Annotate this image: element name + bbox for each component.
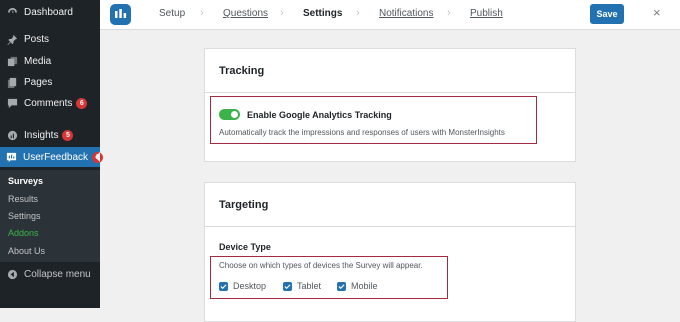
- userfeedback-submenu: Surveys Results Settings Addons About Us: [0, 170, 100, 262]
- sidebar-item-posts[interactable]: Posts: [0, 29, 100, 49]
- device-type-label: Device Type: [219, 242, 271, 252]
- step-settings[interactable]: Settings: [303, 8, 342, 19]
- close-icon[interactable]: ×: [653, 5, 661, 20]
- submenu-item-surveys[interactable]: Surveys: [8, 176, 43, 186]
- sidebar-item-label: Pages: [24, 76, 53, 88]
- media-icon: [6, 55, 18, 67]
- sidebar-item-label: Comments: [24, 97, 73, 109]
- divider: [205, 92, 575, 93]
- sidebar-item-userfeedback[interactable]: UserFeedback 1: [0, 147, 104, 167]
- desktop-checkbox-label: Desktop: [233, 281, 267, 291]
- survey-wizard-header: Setup › Questions › Settings › Notificat…: [100, 0, 680, 30]
- submenu-item-results[interactable]: Results: [8, 194, 38, 204]
- sidebar-item-media[interactable]: Media: [0, 51, 100, 71]
- submenu-item-about-us[interactable]: About Us: [8, 246, 45, 256]
- tablet-checkbox[interactable]: [283, 282, 292, 291]
- admin-sidebar: Dashboard Posts Media Pages Comments 6 I…: [0, 0, 104, 308]
- device-type-description: Choose on which types of devices the Sur…: [219, 261, 423, 270]
- step-setup[interactable]: Setup: [159, 8, 185, 19]
- sidebar-item-dashboard[interactable]: Dashboard: [0, 2, 100, 22]
- chevron-right-icon: ›: [280, 7, 284, 19]
- sidebar-item-pages[interactable]: Pages: [0, 72, 100, 92]
- chevron-right-icon: ›: [200, 7, 204, 19]
- sidebar-item-label: Insights: [24, 129, 59, 141]
- submenu-item-addons[interactable]: Addons: [8, 228, 39, 238]
- google-analytics-toggle[interactable]: [219, 109, 240, 120]
- google-analytics-toggle-label: Enable Google Analytics Tracking: [247, 110, 392, 120]
- chevron-right-icon: ›: [356, 7, 360, 19]
- insights-count-badge: 5: [62, 129, 74, 141]
- userfeedback-logo: [110, 4, 131, 25]
- sidebar-item-label: Posts: [24, 33, 50, 45]
- targeting-card: Targeting Device Type Choose on which ty…: [204, 182, 576, 322]
- submenu-item-settings[interactable]: Settings: [8, 211, 41, 221]
- step-publish[interactable]: Publish: [470, 8, 503, 19]
- tracking-card: Tracking Enable Google Analytics Trackin…: [204, 48, 576, 162]
- sidebar-item-comments[interactable]: Comments 6: [0, 93, 100, 113]
- dashboard-icon: [6, 6, 18, 18]
- pages-icon: [6, 76, 18, 88]
- userfeedback-icon: [6, 151, 17, 163]
- collapse-icon: [6, 268, 18, 280]
- comments-count-badge: 6: [76, 97, 88, 109]
- save-button[interactable]: Save: [590, 4, 624, 24]
- targeting-title: Targeting: [219, 199, 269, 211]
- desktop-checkbox[interactable]: [219, 282, 228, 291]
- tracking-title: Tracking: [219, 65, 265, 77]
- pin-icon: [6, 33, 18, 45]
- tablet-checkbox-label: Tablet: [297, 281, 322, 291]
- divider: [205, 226, 575, 227]
- mobile-checkbox-label: Mobile: [351, 281, 378, 291]
- collapse-menu-button[interactable]: Collapse menu: [0, 264, 100, 284]
- sidebar-item-label: UserFeedback: [23, 151, 89, 163]
- step-notifications[interactable]: Notifications: [379, 8, 433, 19]
- chevron-right-icon: ›: [447, 7, 451, 19]
- sidebar-item-insights[interactable]: Insights 5: [0, 125, 100, 145]
- comment-icon: [6, 97, 18, 109]
- current-menu-arrow: [95, 152, 100, 162]
- sidebar-item-label: Dashboard: [24, 6, 73, 18]
- sidebar-item-label: Media: [24, 55, 52, 67]
- tracking-description: Automatically track the impressions and …: [219, 128, 505, 137]
- insights-icon: [6, 129, 18, 141]
- step-questions[interactable]: Questions: [223, 8, 268, 19]
- mobile-checkbox[interactable]: [337, 282, 346, 291]
- collapse-menu-label: Collapse menu: [24, 268, 91, 280]
